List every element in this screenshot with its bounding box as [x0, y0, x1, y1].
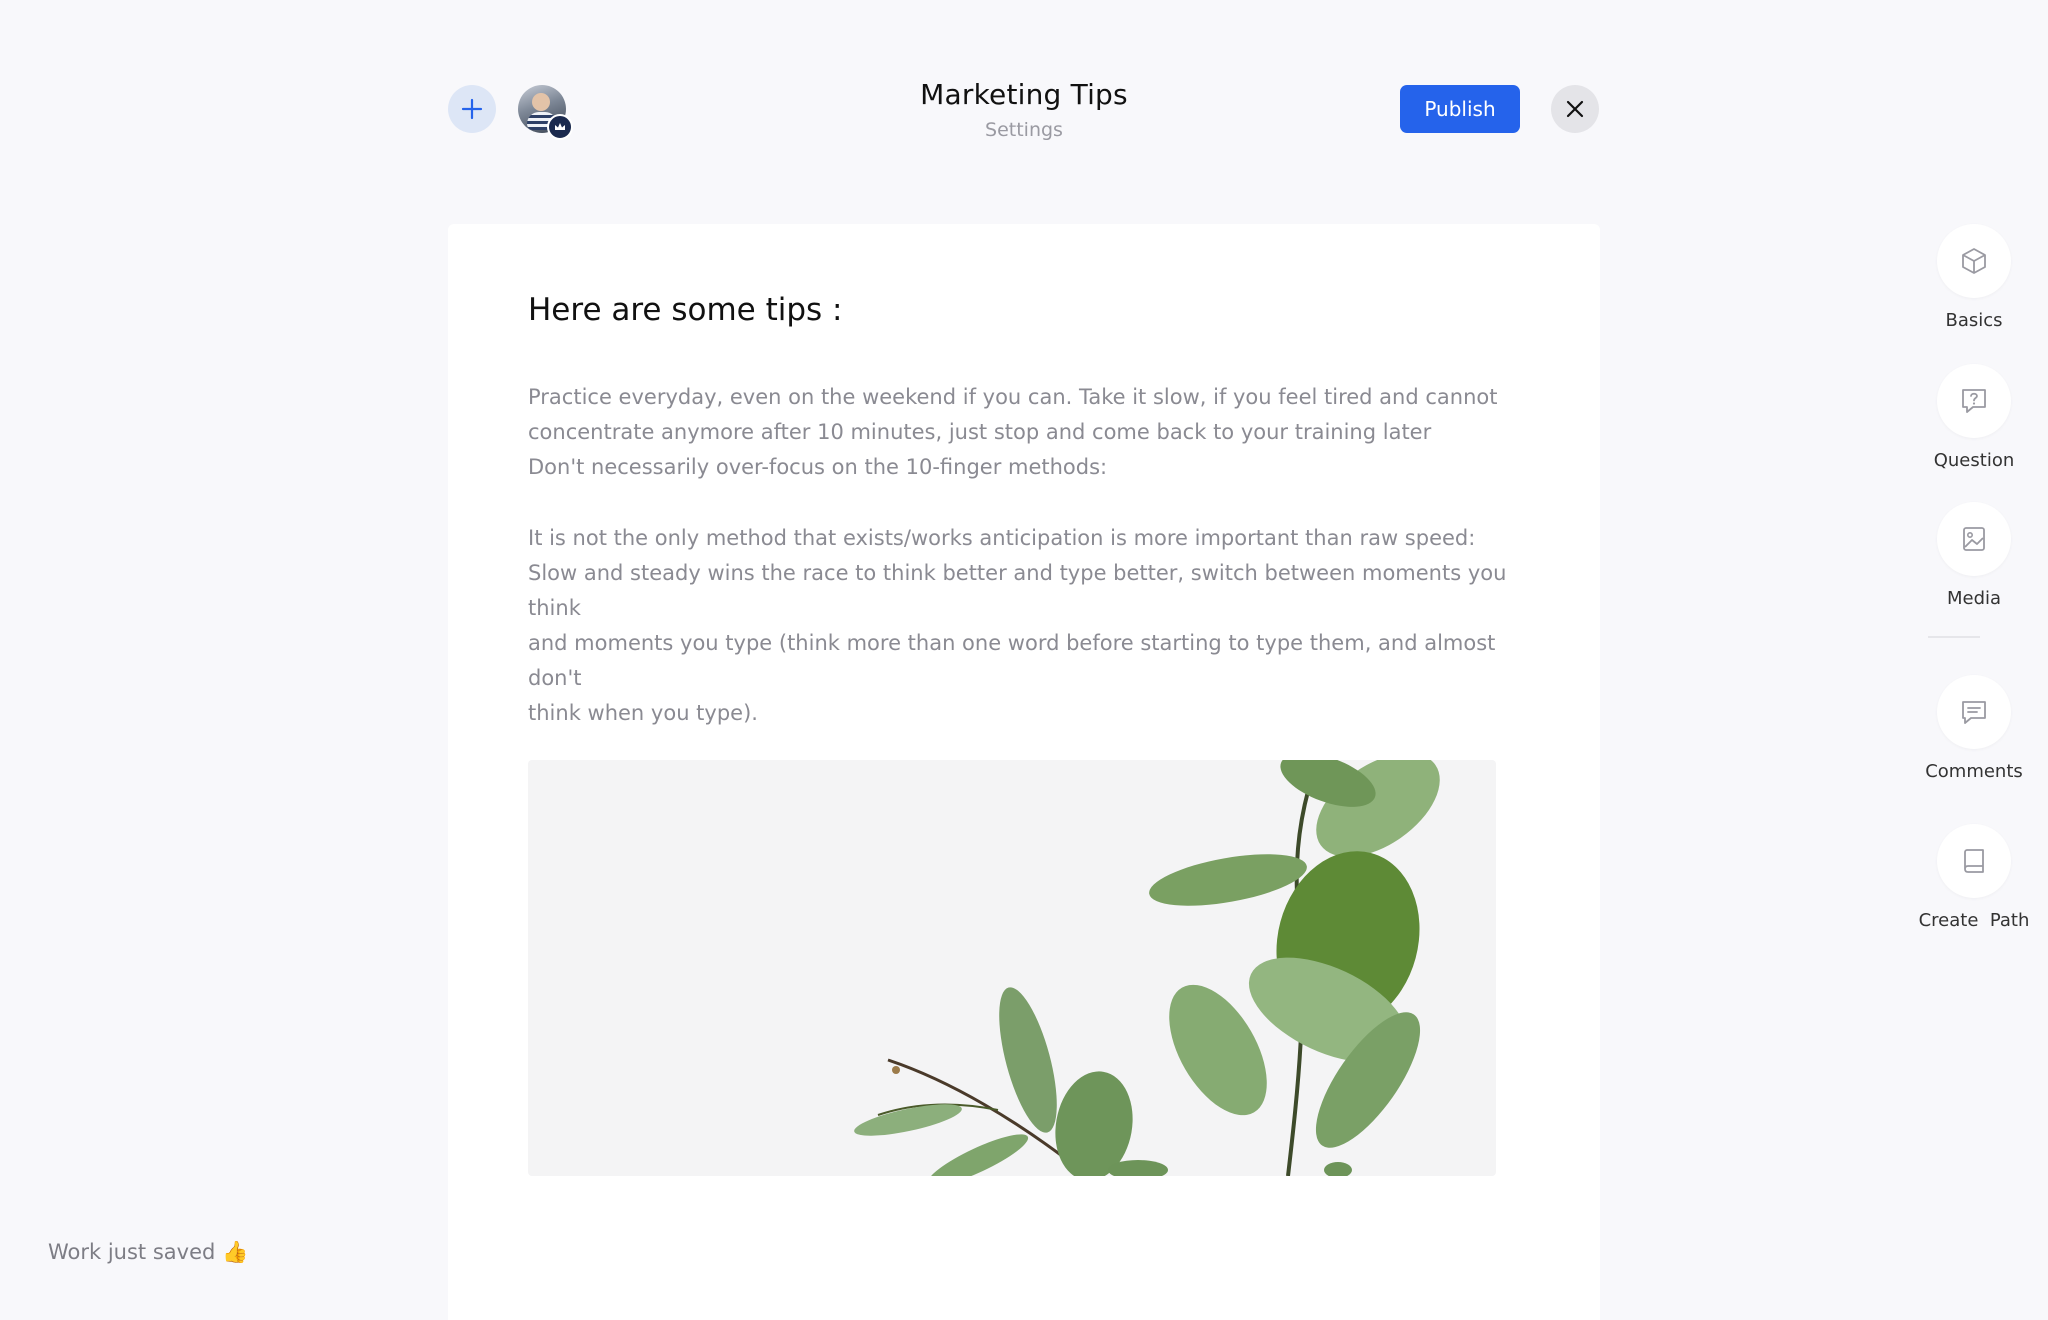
- content-heading[interactable]: Here are some tips :: [528, 292, 843, 328]
- rail-item-circle: [1937, 502, 2011, 576]
- close-icon: [1566, 100, 1584, 118]
- paragraph-line: and moments you type (think more than on…: [528, 631, 1496, 690]
- paragraph-line: Practice everyday, even on the weekend i…: [528, 385, 1498, 409]
- publish-button[interactable]: Publish: [1400, 85, 1520, 133]
- avatar[interactable]: [518, 85, 573, 140]
- plant-image[interactable]: [528, 760, 1496, 1176]
- rail-item-label: Basics: [1945, 310, 2003, 331]
- paragraph-line: Slow and steady wins the race to think b…: [528, 561, 1507, 620]
- right-rail: Basics Question Media Comments Create Pa…: [1900, 0, 2048, 1320]
- rail-item-comments[interactable]: Comments: [1900, 675, 2048, 782]
- editor-card: Here are some tips : Practice everyday, …: [448, 224, 1600, 1320]
- rail-item-circle: [1937, 224, 2011, 298]
- rail-item-basics[interactable]: Basics: [1900, 224, 2048, 331]
- settings-link[interactable]: Settings: [824, 119, 1224, 141]
- rail-item-label: Question: [1933, 450, 2015, 471]
- rail-item-circle: [1937, 824, 2011, 898]
- paragraph-line: Don't necessarily over-focus on the 10-f…: [528, 455, 1108, 479]
- add-button[interactable]: [448, 85, 496, 133]
- crown-badge-icon: [547, 114, 573, 140]
- paragraph-1[interactable]: Practice everyday, even on the weekend i…: [528, 380, 1528, 485]
- paragraph-2[interactable]: It is not the only method that exists/wo…: [528, 521, 1528, 731]
- paragraph-line: think when you type).: [528, 701, 758, 725]
- rail-item-question[interactable]: Question: [1900, 364, 2048, 471]
- rail-item-circle: [1937, 675, 2011, 749]
- top-bar: Marketing Tips Settings Publish: [0, 0, 2048, 200]
- image-icon: [1963, 527, 1985, 551]
- title-block: Marketing Tips Settings: [824, 78, 1224, 141]
- cube-icon: [1962, 248, 1986, 274]
- rail-item-circle: [1937, 364, 2011, 438]
- rail-item-label: Create Path: [1918, 910, 2030, 931]
- rail-item-label: Media: [1946, 588, 2002, 609]
- paragraph-line: concentrate anymore after 10 minutes, ju…: [528, 420, 1432, 444]
- save-status: Work just saved 👍: [48, 1240, 249, 1264]
- plus-icon: [461, 98, 483, 120]
- page-title: Marketing Tips: [920, 78, 1128, 111]
- rail-divider: [1928, 636, 1980, 638]
- book-icon: [1964, 849, 1984, 873]
- rail-item-create-path[interactable]: Create Path: [1900, 824, 2048, 931]
- comment-icon: [1962, 701, 1986, 724]
- rail-item-label: Comments: [1925, 761, 2023, 782]
- question-bubble-icon: [1962, 389, 1986, 413]
- paragraph-line: It is not the only method that exists/wo…: [528, 526, 1476, 550]
- close-button[interactable]: [1551, 85, 1599, 133]
- rail-item-media[interactable]: Media: [1900, 502, 2048, 609]
